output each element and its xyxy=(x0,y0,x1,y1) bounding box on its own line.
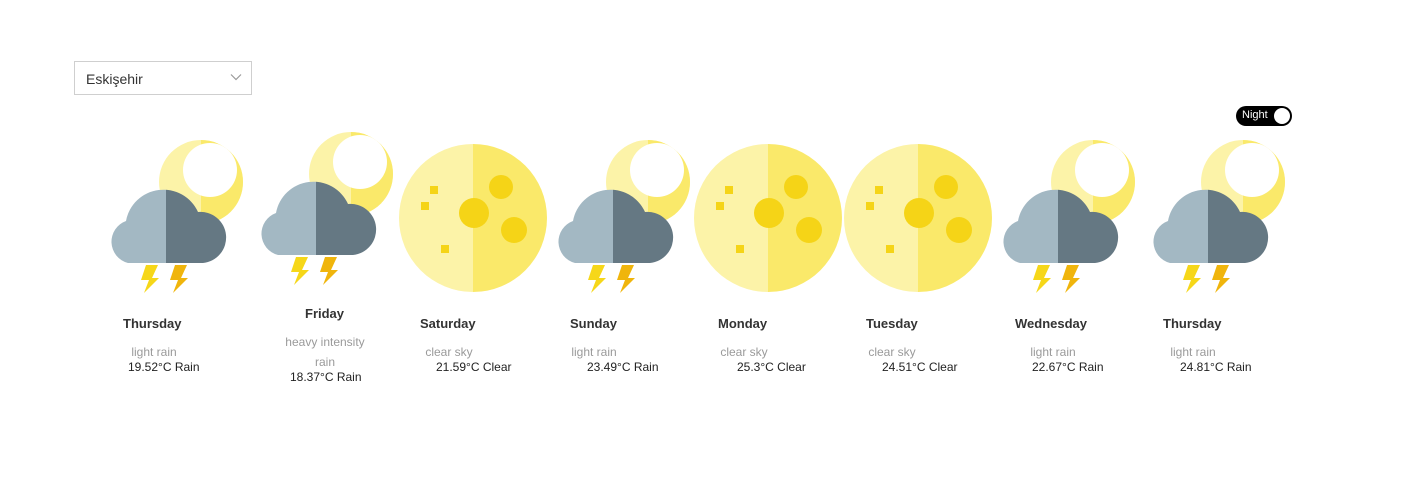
full-moon-icon xyxy=(843,130,993,300)
full-moon-icon xyxy=(398,130,548,300)
weather-description: clear sky xyxy=(868,345,916,359)
temperature-summary: 21.59°C Clear xyxy=(436,360,512,374)
day-name: Monday xyxy=(718,316,768,331)
forecast-card-monday: Monday clear sky 25.3°C Clear xyxy=(693,0,843,485)
day-name: Thursday xyxy=(123,316,182,331)
forecast-card-sunday: Sunday light rain 23.49°C Rain xyxy=(545,0,695,485)
weather-description: light rain xyxy=(131,345,177,359)
full-moon-icon xyxy=(693,130,843,300)
thunder-rain-night-icon xyxy=(545,130,695,300)
temperature-summary: 24.81°C Rain xyxy=(1180,360,1252,374)
temperature-summary: 19.52°C Rain xyxy=(128,360,200,374)
forecast-card-wednesday: Wednesday light rain 22.67°C Rain xyxy=(990,0,1140,485)
thunder-rain-night-icon xyxy=(98,130,248,300)
temperature-summary: 18.37°C Rain xyxy=(290,370,362,384)
forecast-card-thursday: Thursday light rain 19.52°C Rain xyxy=(98,0,248,485)
forecast-card-thursday-next: Thursday light rain 24.81°C Rain xyxy=(1140,0,1290,485)
thunder-rain-night-icon xyxy=(1140,130,1290,300)
day-name: Tuesday xyxy=(866,316,918,331)
forecast-card-friday: Friday heavy intensity rain 18.37°C Rain xyxy=(248,0,398,485)
day-name: Saturday xyxy=(420,316,476,331)
day-name: Friday xyxy=(305,306,345,321)
weather-description: clear sky xyxy=(425,345,473,359)
day-name: Sunday xyxy=(570,316,617,331)
temperature-summary: 25.3°C Clear xyxy=(737,360,806,374)
temperature-summary: 22.67°C Rain xyxy=(1032,360,1104,374)
weather-description: light rain xyxy=(571,345,617,359)
thunder-rain-night-icon xyxy=(248,122,398,292)
forecast-card-tuesday: Tuesday clear sky 24.51°C Clear xyxy=(843,0,993,485)
temperature-summary: 23.49°C Rain xyxy=(587,360,659,374)
weather-description: light rain xyxy=(1170,345,1216,359)
day-name: Thursday xyxy=(1163,316,1222,331)
temperature-summary: 24.51°C Clear xyxy=(882,360,958,374)
day-name: Wednesday xyxy=(1015,316,1088,331)
forecast-card-saturday: Saturday clear sky 21.59°C Clear xyxy=(398,0,548,485)
weather-description: light rain xyxy=(1030,345,1076,359)
weather-description: clear sky xyxy=(720,345,768,359)
thunder-rain-night-icon xyxy=(990,130,1140,300)
weather-description: heavy intensity rain xyxy=(285,335,365,369)
